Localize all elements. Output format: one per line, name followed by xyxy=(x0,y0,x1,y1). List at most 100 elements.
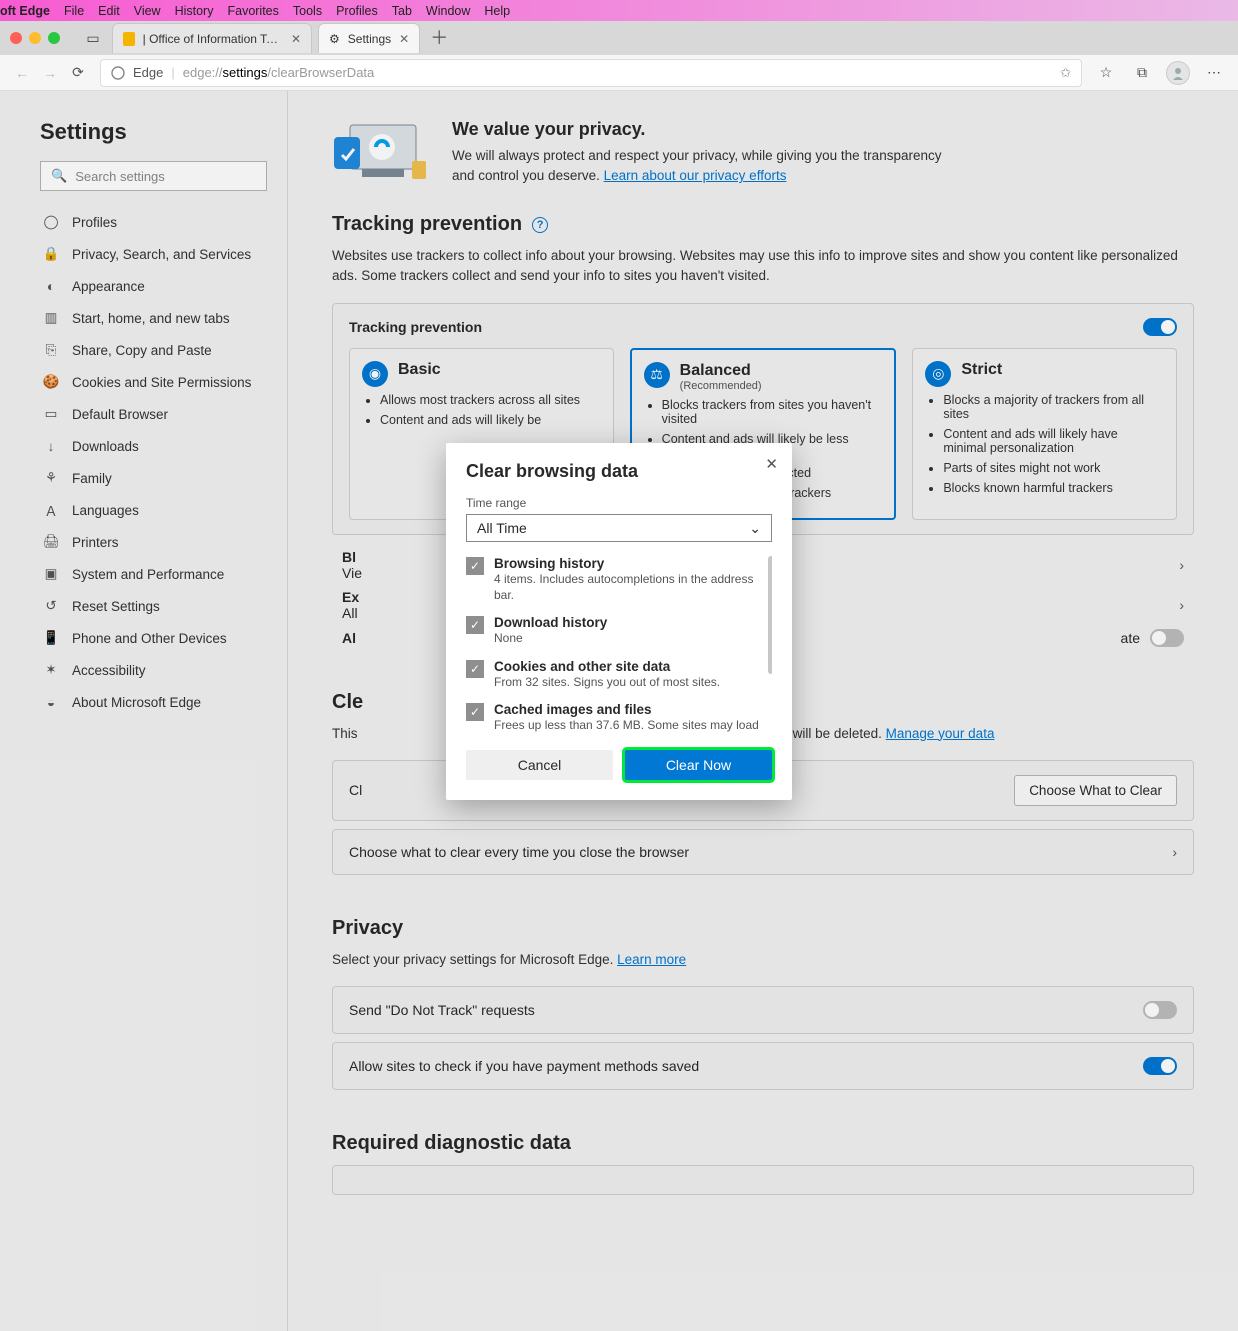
close-modal-icon[interactable]: ✕ xyxy=(765,455,778,473)
mac-menu-history[interactable]: History xyxy=(168,4,221,18)
back-button[interactable]: ← xyxy=(8,59,36,87)
chevron-right-icon[interactable]: › xyxy=(1179,557,1184,573)
option-cache[interactable]: ✓ Cached images and files Frees up less … xyxy=(466,702,766,736)
diagnostic-data-heading: Required diagnostic data xyxy=(332,1132,1194,1155)
checkbox-icon[interactable]: ✓ xyxy=(466,703,484,721)
sidebar-item-reset[interactable]: ↺Reset Settings xyxy=(40,593,267,619)
mac-menu-tools[interactable]: Tools xyxy=(286,4,329,18)
list-item: Blocks a majority of trackers from all s… xyxy=(943,393,1164,421)
mac-menu-help[interactable]: Help xyxy=(477,4,517,18)
more-menu-icon[interactable]: ⋯ xyxy=(1198,58,1230,88)
favorites-icon[interactable]: ☆ xyxy=(1090,58,1122,88)
checkbox-icon[interactable]: ✓ xyxy=(466,616,484,634)
mac-menu-window[interactable]: Window xyxy=(419,4,477,18)
url-path-rest: /clearBrowserData xyxy=(267,65,374,80)
window-controls[interactable] xyxy=(10,32,60,44)
url-path-bold: settings xyxy=(223,65,268,80)
tab-settings[interactable]: ⚙ Settings ✕ xyxy=(318,23,420,53)
privacy-learn-more-link[interactable]: Learn more xyxy=(617,952,686,967)
sidebar-item-profiles[interactable]: ◯Profiles xyxy=(40,209,267,235)
payment-check-toggle[interactable] xyxy=(1143,1057,1177,1075)
sidebar-item-start[interactable]: ▥Start, home, and new tabs xyxy=(40,305,267,331)
card-title: Basic xyxy=(398,361,441,378)
list-item: Blocks known harmful trackers xyxy=(943,481,1164,495)
mac-menu-profiles[interactable]: Profiles xyxy=(329,4,385,18)
option-browsing-history[interactable]: ✓ Browsing history 4 items. Includes aut… xyxy=(466,556,766,603)
favorite-page-icon[interactable]: ✩ xyxy=(1060,65,1071,81)
mac-menu-tab[interactable]: Tab xyxy=(385,4,419,18)
mac-menu-edit[interactable]: Edit xyxy=(91,4,127,18)
new-tab-button[interactable]: ＋ xyxy=(426,25,452,51)
row-title: Choose what to clear every time you clos… xyxy=(349,844,689,860)
mac-menu-file[interactable]: File xyxy=(57,4,91,18)
sidebar-item-accessibility[interactable]: ✶Accessibility xyxy=(40,657,267,683)
mac-menu-favorites[interactable]: Favorites xyxy=(220,4,285,18)
close-tab-icon[interactable]: ✕ xyxy=(291,32,301,46)
checkbox-icon[interactable]: ✓ xyxy=(466,557,484,575)
sidebar-item-system[interactable]: ▣System and Performance xyxy=(40,561,267,587)
sidebar-item-cookies[interactable]: 🍪Cookies and Site Permissions xyxy=(40,369,267,395)
strict-inprivate-toggle[interactable] xyxy=(1150,629,1184,647)
close-window-icon[interactable] xyxy=(10,32,22,44)
mac-menubar: oft Edge File Edit View History Favorite… xyxy=(0,0,1238,21)
settings-sidebar: Settings 🔍 Search settings ◯Profiles 🔒Pr… xyxy=(0,91,288,1331)
search-input[interactable]: 🔍 Search settings xyxy=(40,161,267,191)
minimize-window-icon[interactable] xyxy=(29,32,41,44)
sidebar-item-phone[interactable]: 📱Phone and Other Devices xyxy=(40,625,267,651)
sidebar-item-appearance[interactable]: ◐ Appearance xyxy=(40,273,267,299)
sidebar-item-share[interactable]: ⎘Share, Copy and Paste xyxy=(40,337,267,363)
sidebar-item-label: Default Browser xyxy=(72,407,168,422)
mac-menu-view[interactable]: View xyxy=(127,4,168,18)
sidebar-item-languages[interactable]: ＡLanguages xyxy=(40,497,267,523)
cancel-button[interactable]: Cancel xyxy=(466,750,613,780)
scale-icon: ⚖ xyxy=(644,362,670,388)
clear-on-close-row[interactable]: Choose what to clear every time you clos… xyxy=(332,829,1194,875)
manage-your-data-link[interactable]: Manage your data xyxy=(886,726,995,741)
address-bar[interactable]: Edge | edge://settings/clearBrowserData … xyxy=(100,59,1082,87)
reload-button[interactable]: ⟳ xyxy=(64,59,92,87)
chevron-right-icon[interactable]: › xyxy=(1179,597,1184,613)
card-title: Balanced xyxy=(680,362,751,379)
option-title: Cookies and other site data xyxy=(494,659,720,674)
option-cookies[interactable]: ✓ Cookies and other site data From 32 si… xyxy=(466,659,766,690)
option-title: Cached images and files xyxy=(494,702,766,717)
sidebar-item-about[interactable]: ◒About Microsoft Edge xyxy=(40,689,267,715)
address-brand: Edge xyxy=(133,65,163,80)
help-icon[interactable]: ? xyxy=(532,217,548,233)
always-strict-suffix: ate xyxy=(1121,630,1140,646)
forward-button[interactable]: → xyxy=(36,59,64,87)
tab-overview-icon[interactable]: ▭ xyxy=(80,30,106,47)
lock-icon: 🔒 xyxy=(42,245,60,263)
sidebar-item-label: Downloads xyxy=(72,439,139,454)
tracking-prevention-toggle[interactable] xyxy=(1143,318,1177,336)
sidebar-item-downloads[interactable]: ↓Downloads xyxy=(40,433,267,459)
tracking-card-strict[interactable]: ◎Strict Blocks a majority of trackers fr… xyxy=(912,348,1177,520)
tracking-description: Websites use trackers to collect info ab… xyxy=(332,246,1194,287)
option-title: Browsing history xyxy=(494,556,766,571)
blocked-trackers-sub: Vie xyxy=(342,565,362,581)
collections-icon[interactable]: ⧉ xyxy=(1126,58,1158,88)
sidebar-item-default-browser[interactable]: ▭ Default Browser xyxy=(40,401,267,427)
profile-avatar[interactable] xyxy=(1162,58,1194,88)
clear-now-button[interactable]: Clear Now xyxy=(625,750,772,780)
panel-label: Tracking prevention xyxy=(349,319,482,335)
sidebar-item-privacy[interactable]: 🔒Privacy, Search, and Services xyxy=(40,241,267,267)
maximize-window-icon[interactable] xyxy=(48,32,60,44)
close-tab-icon[interactable]: ✕ xyxy=(399,32,409,46)
tab-office[interactable]: | Office of Information Technol... ✕ xyxy=(112,23,312,53)
sidebar-item-family[interactable]: ⚘Family xyxy=(40,465,267,491)
list-item: Content and ads will likely have minimal… xyxy=(943,427,1164,455)
do-not-track-toggle[interactable] xyxy=(1143,1001,1177,1019)
checkbox-icon[interactable]: ✓ xyxy=(466,660,484,678)
choose-what-to-clear-button[interactable]: Choose What to Clear xyxy=(1014,775,1177,806)
privacy-efforts-link[interactable]: Learn about our privacy efforts xyxy=(604,168,787,183)
sidebar-item-printers[interactable]: 🖨Printers xyxy=(40,529,267,555)
option-download-history[interactable]: ✓ Download history None xyxy=(466,615,766,646)
time-range-select[interactable]: All Time ⌄ xyxy=(466,514,772,542)
search-placeholder: Search settings xyxy=(75,169,165,184)
sidebar-item-label: Appearance xyxy=(72,279,145,294)
paint-icon: ◐ xyxy=(42,277,60,295)
mac-menu-app[interactable]: oft Edge xyxy=(0,4,57,18)
browser-icon: ▭ xyxy=(42,405,60,423)
scrollbar[interactable] xyxy=(768,556,772,674)
